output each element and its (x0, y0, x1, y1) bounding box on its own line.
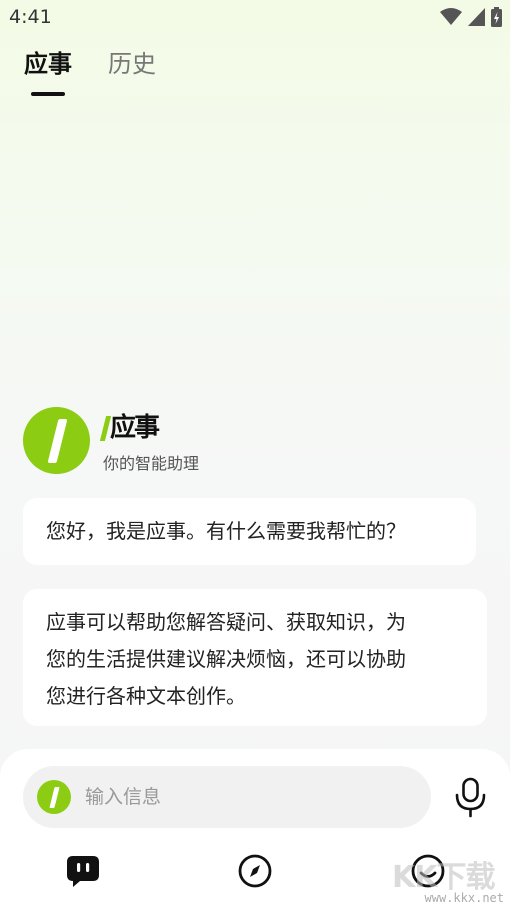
intro-message-line: 应事可以帮助您解答疑问、获取知识，为 (46, 610, 406, 634)
status-bar: 4:41 (0, 0, 510, 34)
intro-message: 应事可以帮助您解答疑问、获取知识，为 您的生活提供建议解决烦恼，还可以协助 您进… (23, 589, 487, 726)
nav-explore[interactable] (235, 851, 275, 891)
intro-message-line: 您进行各种文本创作。 (46, 684, 246, 708)
slash-logo-icon (47, 419, 68, 463)
compass-icon (238, 854, 272, 888)
greeting-message: 您好，我是应事。有什么需要我帮忙的？ (23, 498, 476, 565)
tab-history[interactable]: 历史 (108, 48, 156, 80)
microphone-button[interactable] (451, 774, 491, 820)
status-icons (440, 7, 502, 27)
slash-logo-icon (49, 787, 60, 808)
nav-chat[interactable] (63, 851, 103, 891)
assistant-logo-icon (37, 780, 71, 814)
message-composer[interactable] (23, 766, 431, 828)
message-input[interactable] (85, 766, 415, 828)
status-time: 4:41 (9, 6, 52, 28)
wifi-icon (440, 8, 462, 25)
assistant-subtitle: 你的智能助理 (103, 454, 200, 473)
greeting-message-text: 您好，我是应事。有什么需要我帮忙的？ (46, 519, 406, 543)
microphone-icon (455, 777, 486, 818)
bottom-panel (0, 749, 510, 908)
assistant-name: 应事 (110, 413, 160, 443)
active-tab-indicator (31, 92, 65, 96)
nav-profile[interactable] (408, 851, 448, 891)
intro-message-line: 您的生活提供建议解决烦恼，还可以协助 (46, 647, 406, 671)
battery-icon (491, 7, 502, 27)
assistant-avatar (23, 407, 90, 474)
signal-icon (468, 8, 485, 26)
smiley-profile-icon (411, 854, 445, 888)
chat-bubble-icon (67, 856, 99, 887)
tab-ying-shi[interactable]: 应事 (24, 48, 72, 80)
assistant-brand-logo: 应事 (99, 412, 160, 444)
